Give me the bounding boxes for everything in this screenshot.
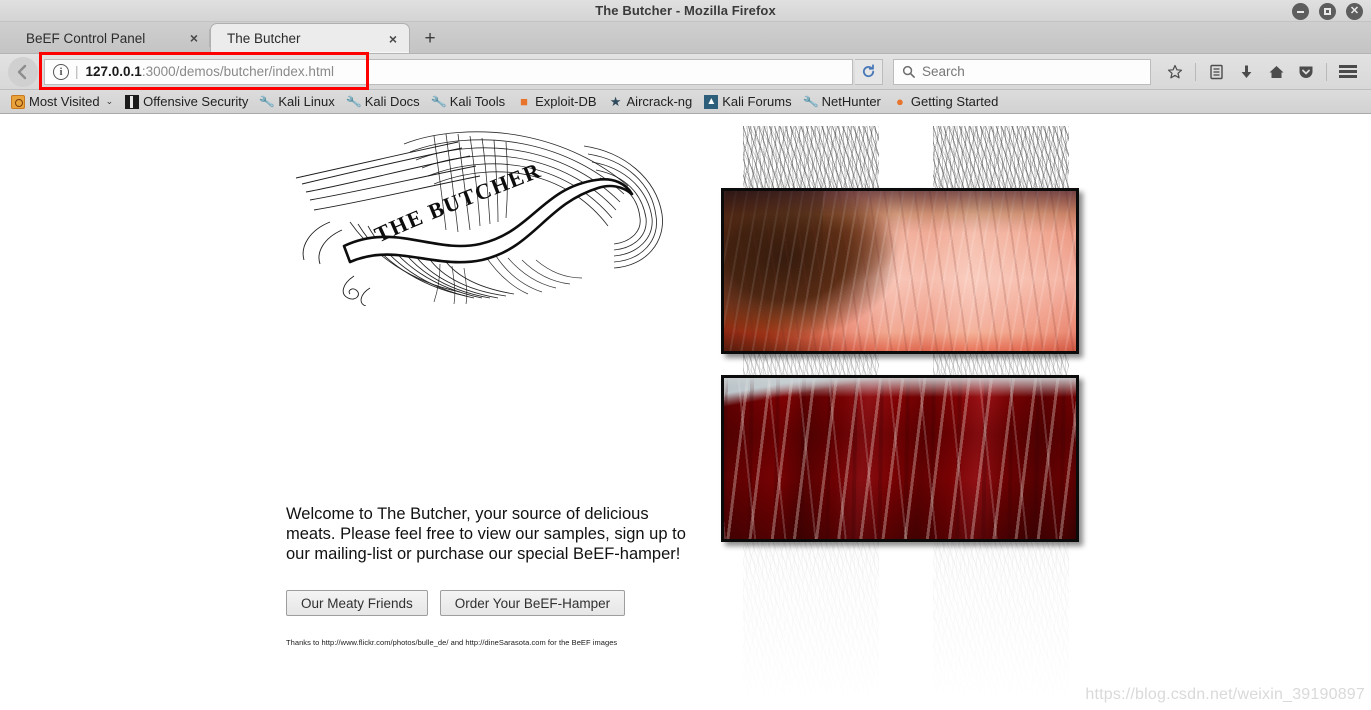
tab-strip: BeEF Control Panel × The Butcher × + [0, 22, 1371, 54]
bookmark-label: Kali Forums [722, 94, 792, 109]
bookmark-label: Aircrack-ng [626, 94, 693, 109]
exploit-db-icon: ■ [520, 94, 529, 109]
minimize-button[interactable] [1292, 3, 1309, 20]
close-icon: ✕ [1349, 4, 1360, 17]
chevron-down-icon: ⌄ [105, 96, 114, 106]
search-bar[interactable]: Search [893, 58, 1151, 85]
search-input[interactable]: Search [922, 64, 965, 79]
bookmark-kali-forums[interactable]: ▲ Kali Forums [699, 93, 796, 110]
bookmark-label: Kali Linux [278, 94, 335, 109]
url-bar[interactable]: i | 127.0.0.1 :3000/demos/butcher/index.… [44, 58, 853, 85]
kali-wrench-icon: 🔧 [802, 93, 820, 110]
bookmark-kali-tools[interactable]: 🔧 Kali Tools [427, 93, 510, 110]
window-title: The Butcher - Mozilla Firefox [595, 3, 776, 18]
toolbar-divider [1326, 62, 1327, 81]
tab-label: The Butcher [227, 31, 301, 46]
raw-red-meat-image [724, 378, 1076, 539]
kali-forums-icon: ▲ [704, 94, 719, 109]
bookmarks-bar: Most Visited ⌄ Offensive Security 🔧 Kali… [0, 90, 1371, 114]
site-identity-icon[interactable]: i [53, 63, 69, 80]
bookmark-label: Getting Started [910, 94, 999, 109]
maximize-button[interactable] [1319, 3, 1336, 20]
bookmark-exploit-db[interactable]: ■ Exploit-DB [512, 93, 601, 110]
tab-label: BeEF Control Panel [26, 30, 146, 46]
search-icon [902, 65, 915, 78]
action-button-row: Our Meaty Friends Order Your BeEF-Hamper [286, 590, 704, 616]
bookmark-label: Kali Tools [449, 94, 506, 109]
bookmark-kali-linux[interactable]: 🔧 Kali Linux [255, 93, 339, 110]
kali-wrench-icon: 🔧 [345, 93, 363, 110]
tab-close-icon[interactable]: × [186, 30, 202, 46]
page-left-column: THE BUTCHER Welcome to The Butcher, your… [284, 126, 704, 647]
bookmark-getting-started[interactable]: ● Getting Started [888, 93, 1003, 110]
intro-paragraph: Welcome to The Butcher, your source of d… [286, 505, 686, 563]
offensive-security-icon [125, 94, 140, 109]
hamburger-icon [1339, 63, 1357, 81]
roast-beef-image-top-shade [724, 191, 1076, 233]
tab-the-butcher[interactable]: The Butcher × [210, 23, 410, 53]
our-meaty-friends-button[interactable]: Our Meaty Friends [286, 590, 428, 616]
tab-close-icon[interactable]: × [385, 31, 401, 47]
reload-icon [862, 64, 875, 78]
url-path-text: :3000/demos/butcher/index.html [141, 64, 334, 79]
roast-beef-image [724, 191, 1076, 351]
watermark-text: https://blog.csdn.net/weixin_39190897 [1085, 686, 1365, 703]
logo-banner: THE BUTCHER [342, 157, 634, 264]
bookmark-most-visited[interactable]: Most Visited ⌄ [6, 93, 118, 110]
minimize-icon [1297, 10, 1304, 13]
title-bar: The Butcher - Mozilla Firefox ✕ [0, 0, 1371, 22]
butcher-logo: THE BUTCHER [284, 126, 679, 306]
aircrack-ng-icon: ★ [609, 94, 622, 109]
url-host-text: 127.0.0.1 [85, 64, 142, 79]
butcher-logo-engraving: THE BUTCHER [295, 131, 663, 306]
bookmark-nethunter[interactable]: 🔧 NetHunter [799, 93, 886, 110]
toolbar-icon-group [1161, 58, 1363, 86]
window-controls: ✕ [1292, 3, 1363, 20]
bookmark-aircrack-ng[interactable]: ★ Aircrack-ng [604, 93, 698, 110]
bookmark-label: Exploit-DB [535, 94, 597, 109]
page-viewport: THE BUTCHER Welcome to The Butcher, your… [0, 126, 1371, 710]
kali-wrench-icon: 🔧 [258, 93, 276, 110]
close-button[interactable]: ✕ [1346, 3, 1363, 20]
pocket-icon[interactable] [1292, 58, 1320, 86]
browser-window: The Butcher - Mozilla Firefox ✕ BeEF Con… [0, 0, 1371, 710]
bookmark-star-icon[interactable] [1161, 58, 1189, 86]
firefox-icon: ● [895, 94, 904, 109]
toolbar-divider [1195, 62, 1196, 81]
navigation-toolbar: i | 127.0.0.1 :3000/demos/butcher/index.… [0, 51, 1371, 90]
tab-beef-control-panel[interactable]: BeEF Control Panel × [10, 23, 210, 53]
reader-list-icon[interactable] [1202, 58, 1230, 86]
bookmark-kali-docs[interactable]: 🔧 Kali Docs [342, 93, 425, 110]
url-bar-container: i | 127.0.0.1 :3000/demos/butcher/index.… [39, 51, 853, 90]
new-tab-button[interactable]: + [416, 24, 444, 52]
bookmark-label: Most Visited [29, 94, 100, 109]
downloads-icon[interactable] [1232, 58, 1260, 86]
roast-beef-photo[interactable] [721, 188, 1079, 354]
bookmark-label: NetHunter [821, 94, 881, 109]
menu-button[interactable] [1333, 58, 1363, 86]
kali-wrench-icon: 🔧 [430, 93, 448, 110]
back-button[interactable] [8, 56, 38, 87]
bookmark-label: Offensive Security [143, 94, 249, 109]
url-separator: | [75, 64, 79, 79]
image-credit-text: Thanks to http://www.flickr.com/photos/b… [286, 638, 618, 647]
raw-red-meat-photo[interactable] [721, 375, 1079, 542]
most-visited-icon [11, 94, 25, 109]
back-arrow-icon [17, 64, 27, 79]
bookmark-label: Kali Docs [364, 94, 420, 109]
bookmark-offensive-security[interactable]: Offensive Security [120, 93, 253, 110]
reload-button[interactable] [855, 58, 883, 85]
maximize-icon [1324, 8, 1331, 15]
order-beef-hamper-button[interactable]: Order Your BeEF-Hamper [439, 590, 626, 616]
home-icon[interactable] [1262, 58, 1290, 86]
